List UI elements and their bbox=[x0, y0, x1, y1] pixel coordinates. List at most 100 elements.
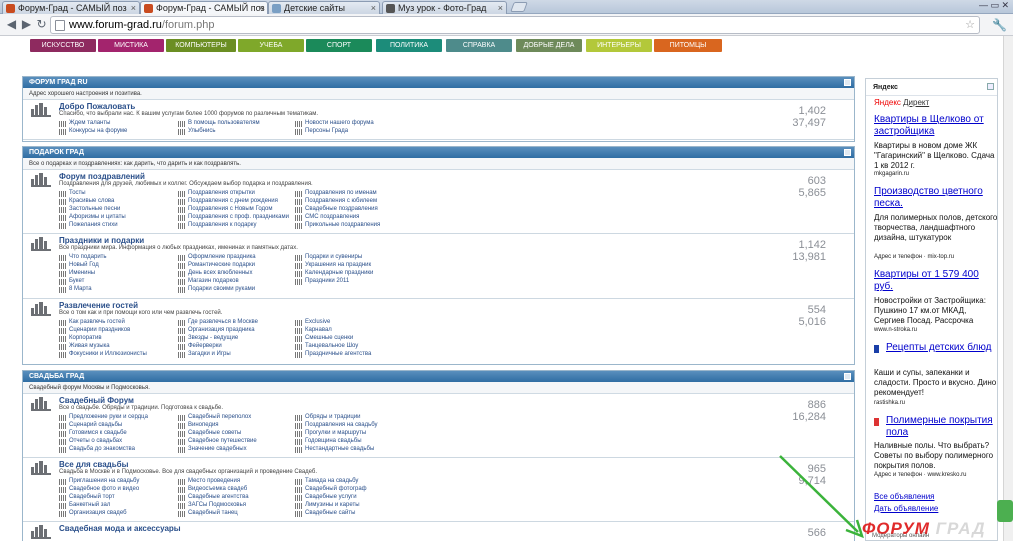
subforum-link[interactable]: Магазин подарков bbox=[178, 278, 239, 285]
subforum-link[interactable]: Улыбнись bbox=[178, 128, 215, 135]
subforum-link[interactable]: Свадебные агентства bbox=[178, 494, 249, 501]
menu-item-politics[interactable]: ПОЛИТИКА bbox=[376, 39, 442, 52]
subforum-link[interactable]: День всех влюбленных bbox=[178, 270, 253, 277]
subforum-link[interactable]: Ждем таланты bbox=[59, 120, 110, 127]
subforum-link[interactable]: Поздравления к подарку bbox=[178, 222, 256, 229]
window-controls[interactable]: — ▭ ✕ bbox=[979, 0, 1009, 11]
subforum-link[interactable]: Поздравления с юбилеем bbox=[295, 198, 377, 205]
subforum-link[interactable]: Новый Год bbox=[59, 262, 99, 269]
browser-tab[interactable]: Детские сайты × bbox=[268, 1, 380, 14]
subforum-link[interactable]: Свадебный торт bbox=[59, 494, 115, 501]
forum-title[interactable]: Развлечение гостей bbox=[59, 301, 138, 310]
menu-item-charity[interactable]: ДОБРЫЕ ДЕЛА bbox=[516, 39, 582, 52]
menu-item-art[interactable]: ИСКУССТВО bbox=[30, 39, 96, 52]
menu-item-pets[interactable]: ПИТОМЦЫ bbox=[654, 39, 722, 52]
subforum-link[interactable]: Свадебный фотограф bbox=[295, 486, 367, 493]
collapse-toggle-icon[interactable] bbox=[844, 79, 851, 86]
address-bar[interactable]: www.forum-grad.ru/forum.php ☆ bbox=[50, 16, 980, 34]
subforum-link[interactable]: Поздравления с днем рождения bbox=[178, 198, 278, 205]
subforum-link[interactable]: 8 Марта bbox=[59, 286, 92, 293]
ad-title[interactable]: Полимерные покрытия пола bbox=[886, 415, 994, 439]
subforum-link[interactable]: Организация свадеб bbox=[59, 510, 127, 517]
bookmark-star-icon[interactable]: ☆ bbox=[965, 17, 975, 33]
forum-title[interactable]: Свадебный Форум bbox=[59, 396, 134, 405]
subforum-link[interactable]: Фокусники и Иллюзионисты bbox=[59, 351, 147, 358]
back-icon[interactable]: ◀ bbox=[4, 17, 19, 32]
subforum-link[interactable]: Сценарий свадьбы bbox=[59, 422, 122, 429]
subforum-link[interactable]: Смешные сценки bbox=[295, 335, 353, 342]
subforum-link[interactable]: Праздничные агентства bbox=[295, 351, 371, 358]
subforum-link[interactable]: Как развлечь гостей bbox=[59, 319, 125, 326]
wrench-icon[interactable]: 🔧 bbox=[992, 18, 1007, 32]
subforum-link[interactable]: Персоны Града bbox=[295, 128, 348, 135]
collapse-toggle-icon[interactable] bbox=[844, 149, 851, 156]
subforum-link[interactable]: Свадебные советы bbox=[178, 430, 241, 437]
subforum-link[interactable]: Афоризмы и цитаты bbox=[59, 214, 126, 221]
subforum-link[interactable]: СМС поздравления bbox=[295, 214, 359, 221]
yandex-direct-label[interactable]: Яндекс Директ bbox=[874, 98, 929, 107]
subforum-link[interactable]: Конкурсы на форуме bbox=[59, 128, 127, 135]
subforum-link[interactable]: Тосты bbox=[59, 190, 86, 197]
subforum-link[interactable]: Место проведения bbox=[178, 478, 240, 485]
new-tab-button[interactable] bbox=[510, 2, 528, 12]
subforum-link[interactable]: Годовщина свадьбы bbox=[295, 438, 362, 445]
subforum-link[interactable]: Карнавал bbox=[295, 327, 332, 334]
subforum-link[interactable]: Поздравления на свадьбу bbox=[295, 422, 378, 429]
subforum-link[interactable]: Что подарить bbox=[59, 254, 107, 261]
subforum-link[interactable]: Календарные праздники bbox=[295, 270, 373, 277]
ad-url[interactable]: Адрес и телефон · mix-top.ru bbox=[874, 254, 954, 260]
subforum-link[interactable]: Банкетный зал bbox=[59, 502, 110, 509]
ad-url[interactable]: rastishka.ru bbox=[874, 400, 905, 406]
subforum-link[interactable]: Exclusive bbox=[295, 319, 330, 326]
subforum-link[interactable]: Поздравления с Новым Годом bbox=[178, 206, 273, 213]
subforum-link[interactable]: Свадьба до знакомства bbox=[59, 446, 135, 453]
subforum-link[interactable]: Новости нашего форума bbox=[295, 120, 374, 127]
forum-title[interactable]: Праздники и подарки bbox=[59, 236, 144, 245]
subforum-link[interactable]: Украшения на праздник bbox=[295, 262, 371, 269]
browser-tab[interactable]: Муз урок - Фото-Град × bbox=[382, 1, 507, 14]
close-tab-icon[interactable]: × bbox=[131, 2, 136, 14]
forum-title[interactable]: Форум поздравлений bbox=[59, 172, 145, 181]
collapse-toggle-icon[interactable] bbox=[844, 373, 851, 380]
subforum-link[interactable]: Отчеты о свадьбах bbox=[59, 438, 122, 445]
subforum-link[interactable]: Пожелания стихи bbox=[59, 222, 118, 229]
subforum-link[interactable]: ЗАГСы Подмосковья bbox=[178, 502, 246, 509]
subforum-link[interactable]: Звезды - ведущие bbox=[178, 335, 238, 342]
menu-item-sport[interactable]: СПОРТ bbox=[306, 39, 372, 52]
forward-icon[interactable]: ▶ bbox=[19, 17, 34, 32]
subforum-link[interactable]: Организация праздника bbox=[178, 327, 255, 334]
subforum-link[interactable]: Поздравления по именам bbox=[295, 190, 377, 197]
subforum-link[interactable]: Поздравления с проф. праздниками bbox=[178, 214, 289, 221]
subforum-link[interactable]: Значение свадебных bbox=[178, 446, 247, 453]
subforum-link[interactable]: Подарки своими руками bbox=[178, 286, 255, 293]
subforum-link[interactable]: Прикольные поздравления bbox=[295, 222, 380, 229]
close-tab-icon[interactable]: × bbox=[259, 2, 264, 14]
browser-tab[interactable]: Форум-Град - САМЫЙ поз × bbox=[2, 1, 140, 14]
subforum-link[interactable]: Застольные песни bbox=[59, 206, 120, 213]
forum-title[interactable]: Все для свадьбы bbox=[59, 460, 128, 469]
subforum-link[interactable]: Романтические подарки bbox=[178, 262, 255, 269]
reload-icon[interactable]: ↻ bbox=[34, 17, 49, 32]
ad-url[interactable]: www.n-stroka.ru bbox=[874, 327, 917, 333]
subforum-link[interactable]: Корпоратив bbox=[59, 335, 102, 342]
subforum-link[interactable]: Танцевальное Шоу bbox=[295, 343, 358, 350]
subforum-link[interactable]: Поздравления открытки bbox=[178, 190, 255, 197]
forum-title[interactable]: Добро Пожаловать bbox=[59, 102, 135, 111]
subforum-link[interactable]: Обряды и традиции bbox=[295, 414, 361, 421]
subforum-link[interactable]: Красивые слова bbox=[59, 198, 114, 205]
ad-title[interactable]: Квартиры от 1 579 400 руб. bbox=[874, 269, 994, 293]
subforum-link[interactable]: Нестандартные свадьбы bbox=[295, 446, 374, 453]
subforum-link[interactable]: Видеосъемка свадеб bbox=[178, 486, 247, 493]
subforum-link[interactable]: Именины bbox=[59, 270, 95, 277]
page-scrollbar[interactable] bbox=[1003, 36, 1013, 541]
subforum-link[interactable]: Свадебное фото и видео bbox=[59, 486, 139, 493]
subforum-link[interactable]: Свадебные поздравления bbox=[295, 206, 378, 213]
menu-item-help[interactable]: СПРАВКА bbox=[446, 39, 512, 52]
subforum-link[interactable]: Загадки и Игры bbox=[178, 351, 231, 358]
menu-item-computers[interactable]: КОМПЬЮТЕРЫ bbox=[166, 39, 236, 52]
forum-title[interactable]: Свадебная мода и аксессуары bbox=[59, 524, 181, 533]
subforum-link[interactable]: Прогулки и маршруты bbox=[295, 430, 366, 437]
browser-tab-active[interactable]: Форум-Град - САМЫЙ поз × bbox=[140, 1, 268, 15]
menu-item-interiors[interactable]: ИНТЕРЬЕРЫ bbox=[586, 39, 652, 52]
subforum-link[interactable]: Тамада на свадьбу bbox=[295, 478, 358, 485]
